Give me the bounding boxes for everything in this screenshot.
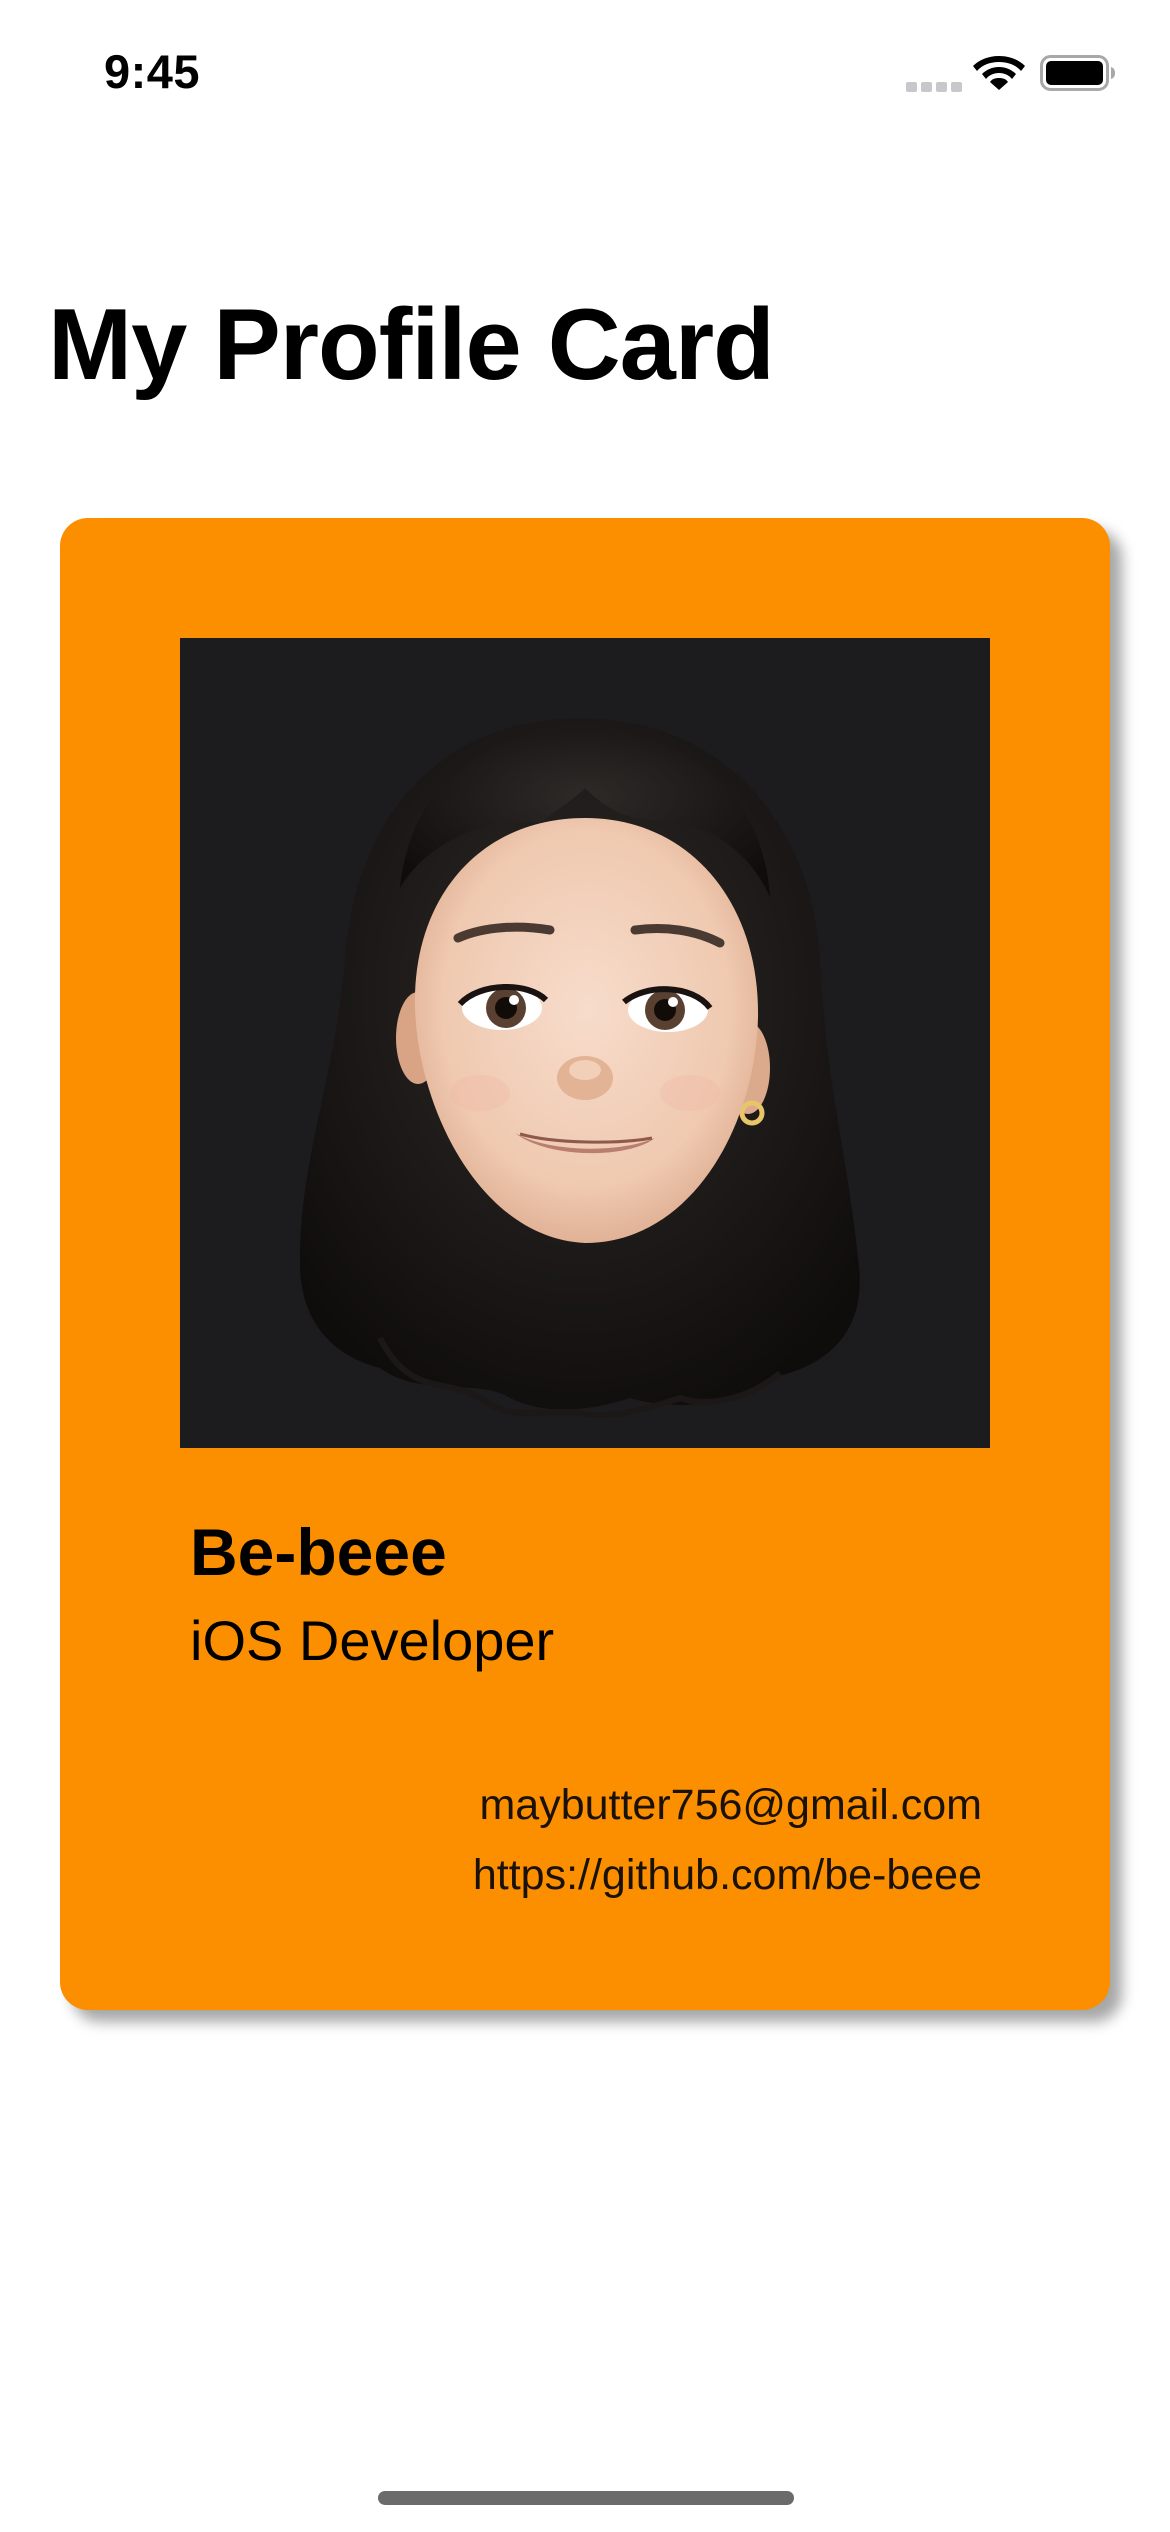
github-link-text: https://github.com/be-beee: [472, 1851, 982, 1899]
wifi-icon: [973, 56, 1025, 90]
home-indicator[interactable]: [378, 2491, 794, 2505]
battery-icon: [1040, 55, 1115, 91]
contact-info: maybutter756@gmail.com https://github.co…: [473, 1770, 982, 1910]
cellular-signal-icon: [906, 82, 962, 92]
status-bar: 9:45: [0, 0, 1170, 150]
page-title: My Profile Card: [48, 289, 775, 401]
email-text: maybutter756@gmail.com: [479, 1781, 982, 1829]
memoji-avatar-icon: [299, 718, 860, 1419]
profile-role: iOS Developer: [190, 1609, 555, 1672]
avatar: [180, 638, 990, 1448]
profile-name: Be-beee: [190, 1515, 447, 1589]
profile-card: Be-beee iOS Developer maybutter756@gmail…: [60, 518, 1110, 2010]
status-time: 9:45: [104, 45, 201, 98]
